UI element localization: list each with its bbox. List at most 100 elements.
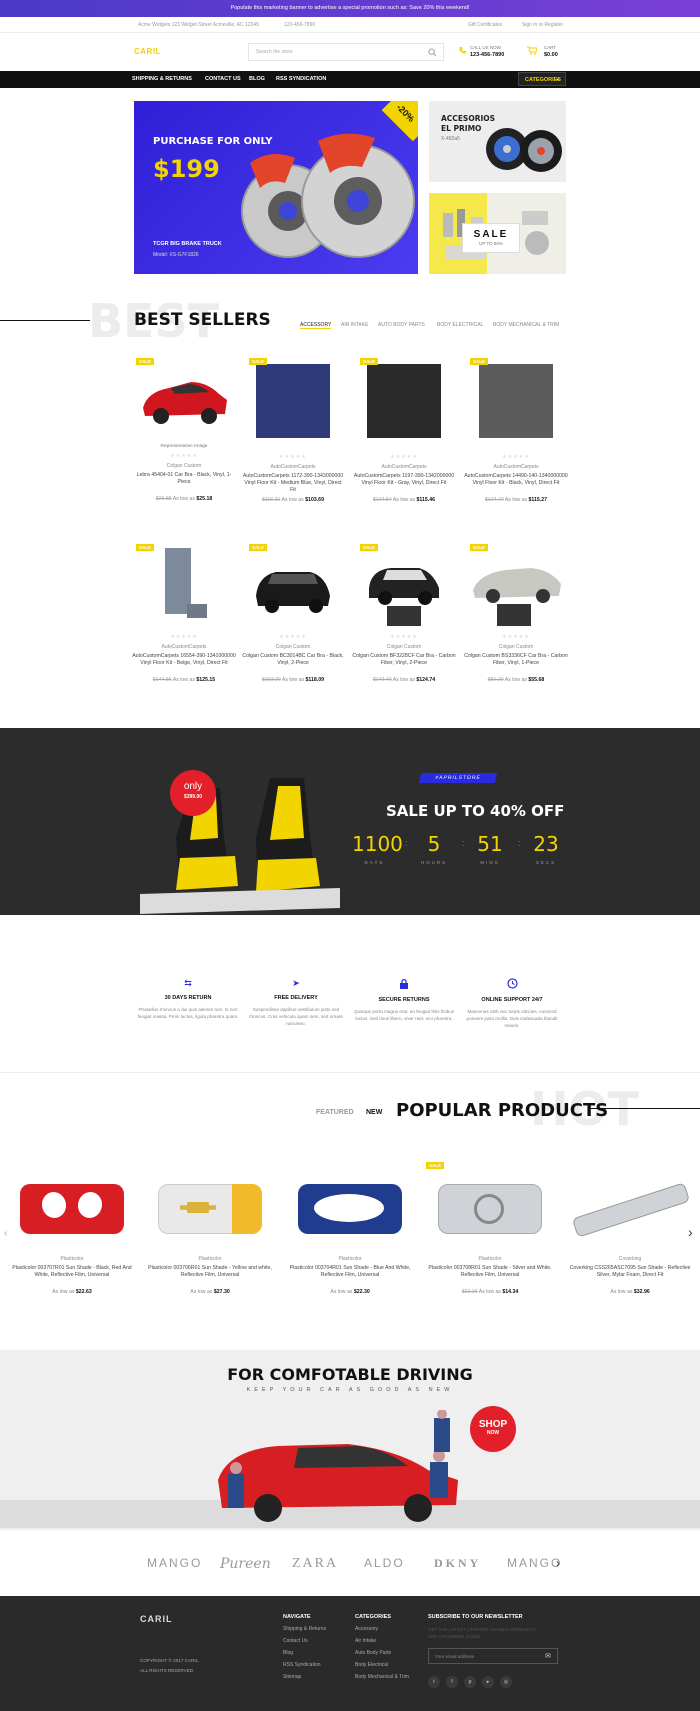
- youtube-icon[interactable]: ▸: [482, 1676, 494, 1688]
- brand-logo[interactable]: MANGO: [507, 1556, 562, 1570]
- product-name[interactable]: AutoCustomCarpets 1172-390-1343000000 Vi…: [241, 473, 345, 494]
- feature-desc: Suspendisse dapibus vestibulum justo sed…: [249, 1007, 343, 1026]
- nav-contact[interactable]: CONTACT US: [205, 76, 241, 82]
- search-input[interactable]: Search the store: [248, 43, 444, 61]
- brand-logo[interactable]: Pureen: [220, 1556, 271, 1572]
- tab-new[interactable]: NEW: [366, 1109, 382, 1116]
- footer-link[interactable]: Air Intake: [355, 1638, 376, 1644]
- product-card[interactable]: SALE ★★★★★ Colgan Custom Colgan Custom B…: [352, 544, 456, 683]
- cart-icon[interactable]: [527, 46, 537, 55]
- categories-dropdown[interactable]: CATEGORIES ⌄: [518, 72, 566, 86]
- tab-air-intake[interactable]: AIR INTAKE: [341, 322, 368, 328]
- product-card[interactable]: SALE ★★★★★ AutoCustomCarpets AutoCustomC…: [132, 544, 236, 683]
- product-image[interactable]: [137, 544, 231, 628]
- product-name[interactable]: AutoCustomCarpets 16554-390-1341000000 V…: [132, 653, 236, 674]
- tab-body-mechanical[interactable]: BODY MECHANICAL & TRIM: [493, 322, 559, 328]
- call-label: CALL US NOW: [470, 45, 501, 50]
- tab-featured[interactable]: FEATURED: [316, 1109, 354, 1116]
- footer-link[interactable]: Contact Us: [283, 1638, 308, 1644]
- product-brand: Plasticolor: [338, 1256, 362, 1262]
- product-name[interactable]: Plasticolor 003704R01 Sun Shade - Blue A…: [286, 1265, 414, 1286]
- twitter-icon[interactable]: t: [428, 1676, 440, 1688]
- carousel-prev-icon[interactable]: ‹: [4, 1228, 7, 1239]
- product-image[interactable]: [246, 358, 340, 442]
- categories-title: CATEGORIES: [355, 1614, 391, 1620]
- popular-card[interactable]: Plasticolor Plasticolor 003707R01 Sun Sh…: [8, 1172, 136, 1295]
- product-image[interactable]: [469, 358, 563, 442]
- product-name[interactable]: Coverking CSS265ASC7095 Sun Shade - Refl…: [566, 1265, 694, 1286]
- sale-banner[interactable]: SALE UP TO 50%: [429, 193, 566, 274]
- footer-link[interactable]: Blog: [283, 1650, 293, 1656]
- footer-link[interactable]: Shipping & Returns: [283, 1626, 326, 1632]
- product-brand: Colgan Custom: [386, 644, 422, 650]
- pinterest-icon[interactable]: p: [464, 1676, 476, 1688]
- product-image[interactable]: [469, 544, 563, 628]
- footer-logo[interactable]: CARIL: [140, 1614, 173, 1624]
- product-image[interactable]: [357, 358, 451, 442]
- product-card[interactable]: SALE ★★★★★ Colgan Custom Colgan Custom B…: [241, 544, 345, 683]
- product-name[interactable]: Plasticolor 003706R01 Sun Shade - Yellow…: [146, 1265, 274, 1286]
- signin-link[interactable]: Sign in or Register: [522, 22, 563, 28]
- product-image[interactable]: [8, 1172, 136, 1244]
- product-name[interactable]: AutoCustomCarpets 14490-140-1340000000 V…: [464, 473, 568, 494]
- call-number[interactable]: 123-456-7890: [470, 52, 504, 58]
- site-logo[interactable]: CARIL: [134, 47, 161, 56]
- brand-logo[interactable]: MANGO: [147, 1556, 202, 1570]
- nav-shipping[interactable]: SHIPPING & RETURNS: [132, 76, 192, 82]
- hero-product: TCGR BIG BRAKE TRUCK: [153, 241, 222, 247]
- footer-link[interactable]: Body Electrical: [355, 1662, 388, 1668]
- brand-logo[interactable]: DKNY: [434, 1556, 481, 1571]
- product-card[interactable]: SALE ★★★★★ AutoCustomCarpets AutoCustomC…: [241, 358, 345, 503]
- newsletter-email-input[interactable]: Your email address ✉: [428, 1648, 558, 1664]
- tab-accessory[interactable]: ACCESSORY: [300, 322, 332, 329]
- popular-card[interactable]: Plasticolor Plasticolor 003704R01 Sun Sh…: [286, 1172, 414, 1295]
- popular-card[interactable]: Coverking Coverking CSS265ASC7095 Sun Sh…: [566, 1172, 694, 1295]
- product-image[interactable]: [426, 1162, 554, 1244]
- instagram-icon[interactable]: ◎: [500, 1676, 512, 1688]
- facebook-icon[interactable]: f: [446, 1676, 458, 1688]
- footer-link[interactable]: Auto Body Parts: [355, 1650, 391, 1656]
- product-name[interactable]: AutoCustomCarpets 1197-390-1342000000 Vi…: [352, 473, 456, 494]
- product-name[interactable]: Colgan Custom BF3228CF Car Bra - Carbon …: [352, 653, 456, 674]
- gift-certificates-link[interactable]: Gift Certificates: [468, 22, 502, 28]
- nav-rss[interactable]: RSS SYNDICATION: [276, 76, 326, 82]
- accessories-banner[interactable]: ACCESORIOS EL PRIMO X-492a5: [429, 101, 566, 182]
- product-image[interactable]: [146, 1172, 274, 1244]
- product-card[interactable]: SALE ★★★★★ AutoCustomCarpets AutoCustomC…: [464, 358, 568, 503]
- product-image[interactable]: [357, 544, 451, 628]
- product-name[interactable]: Plasticolor 003707R01 Sun Shade - Black,…: [8, 1265, 136, 1286]
- product-name[interactable]: Colgan Custom BS3336CF Car Bra - Carbon …: [464, 653, 568, 674]
- product-card[interactable]: SALE Representative Image ★★★★★ Colgan C…: [132, 358, 236, 502]
- driving-banner[interactable]: FOR COMFOTABLE DRIVING KEEP YOUR CAR AS …: [0, 1350, 700, 1530]
- brand-logo[interactable]: ZARA: [292, 1556, 338, 1572]
- shop-now-button[interactable]: SHOP NOW: [470, 1406, 516, 1452]
- product-image[interactable]: [137, 358, 231, 442]
- product-card[interactable]: SALE ★★★★★ AutoCustomCarpets AutoCustomC…: [352, 358, 456, 503]
- product-image[interactable]: [566, 1172, 694, 1244]
- product-price: $104.54 As low as $115.46: [372, 497, 436, 503]
- footer-link[interactable]: Body Mechanical & Trim: [355, 1674, 415, 1681]
- product-name[interactable]: Lebra 45404-01 Car Bra - Black, Vinyl, 1…: [132, 472, 236, 493]
- footer-link[interactable]: Sitemap: [283, 1674, 301, 1680]
- cart-total[interactable]: $0.00: [544, 52, 558, 58]
- brands-next-icon[interactable]: ›: [556, 1556, 560, 1570]
- product-card[interactable]: SALE ★★★★★ Colgan Custom Colgan Custom B…: [464, 544, 568, 683]
- tab-auto-body-parts[interactable]: AUTO BODY PARTS: [378, 322, 425, 328]
- search-icon[interactable]: [428, 48, 437, 57]
- footer-link[interactable]: RSS Syndication: [283, 1662, 321, 1668]
- send-icon[interactable]: ✉: [545, 1652, 551, 1660]
- tab-body-electrical[interactable]: BODY ELECTRICAL: [437, 322, 483, 328]
- spiderman-shade-image: [20, 1184, 124, 1234]
- footer-link[interactable]: Accessory: [355, 1626, 378, 1632]
- popular-card[interactable]: SALE Plasticolor Plasticolor 003708R01 S…: [426, 1162, 554, 1295]
- product-name[interactable]: Colgan Custom BC3014BC Car Bra - Black, …: [241, 653, 345, 674]
- product-image[interactable]: [246, 544, 340, 628]
- email-placeholder: Your email address: [435, 1654, 475, 1659]
- product-image[interactable]: [286, 1172, 414, 1244]
- nav-blog[interactable]: BLOG: [249, 76, 265, 82]
- nissan-logo: [474, 1194, 504, 1224]
- brand-logo[interactable]: ALDO: [364, 1556, 405, 1570]
- hero-banner[interactable]: PURCHASE FOR ONLY $199 TCGR BIG BRAKE TR…: [134, 101, 418, 274]
- popular-card[interactable]: Plasticolor Plasticolor 003706R01 Sun Sh…: [146, 1172, 274, 1295]
- product-name[interactable]: Plasticolor 003708R01 Sun Shade - Silver…: [426, 1265, 554, 1286]
